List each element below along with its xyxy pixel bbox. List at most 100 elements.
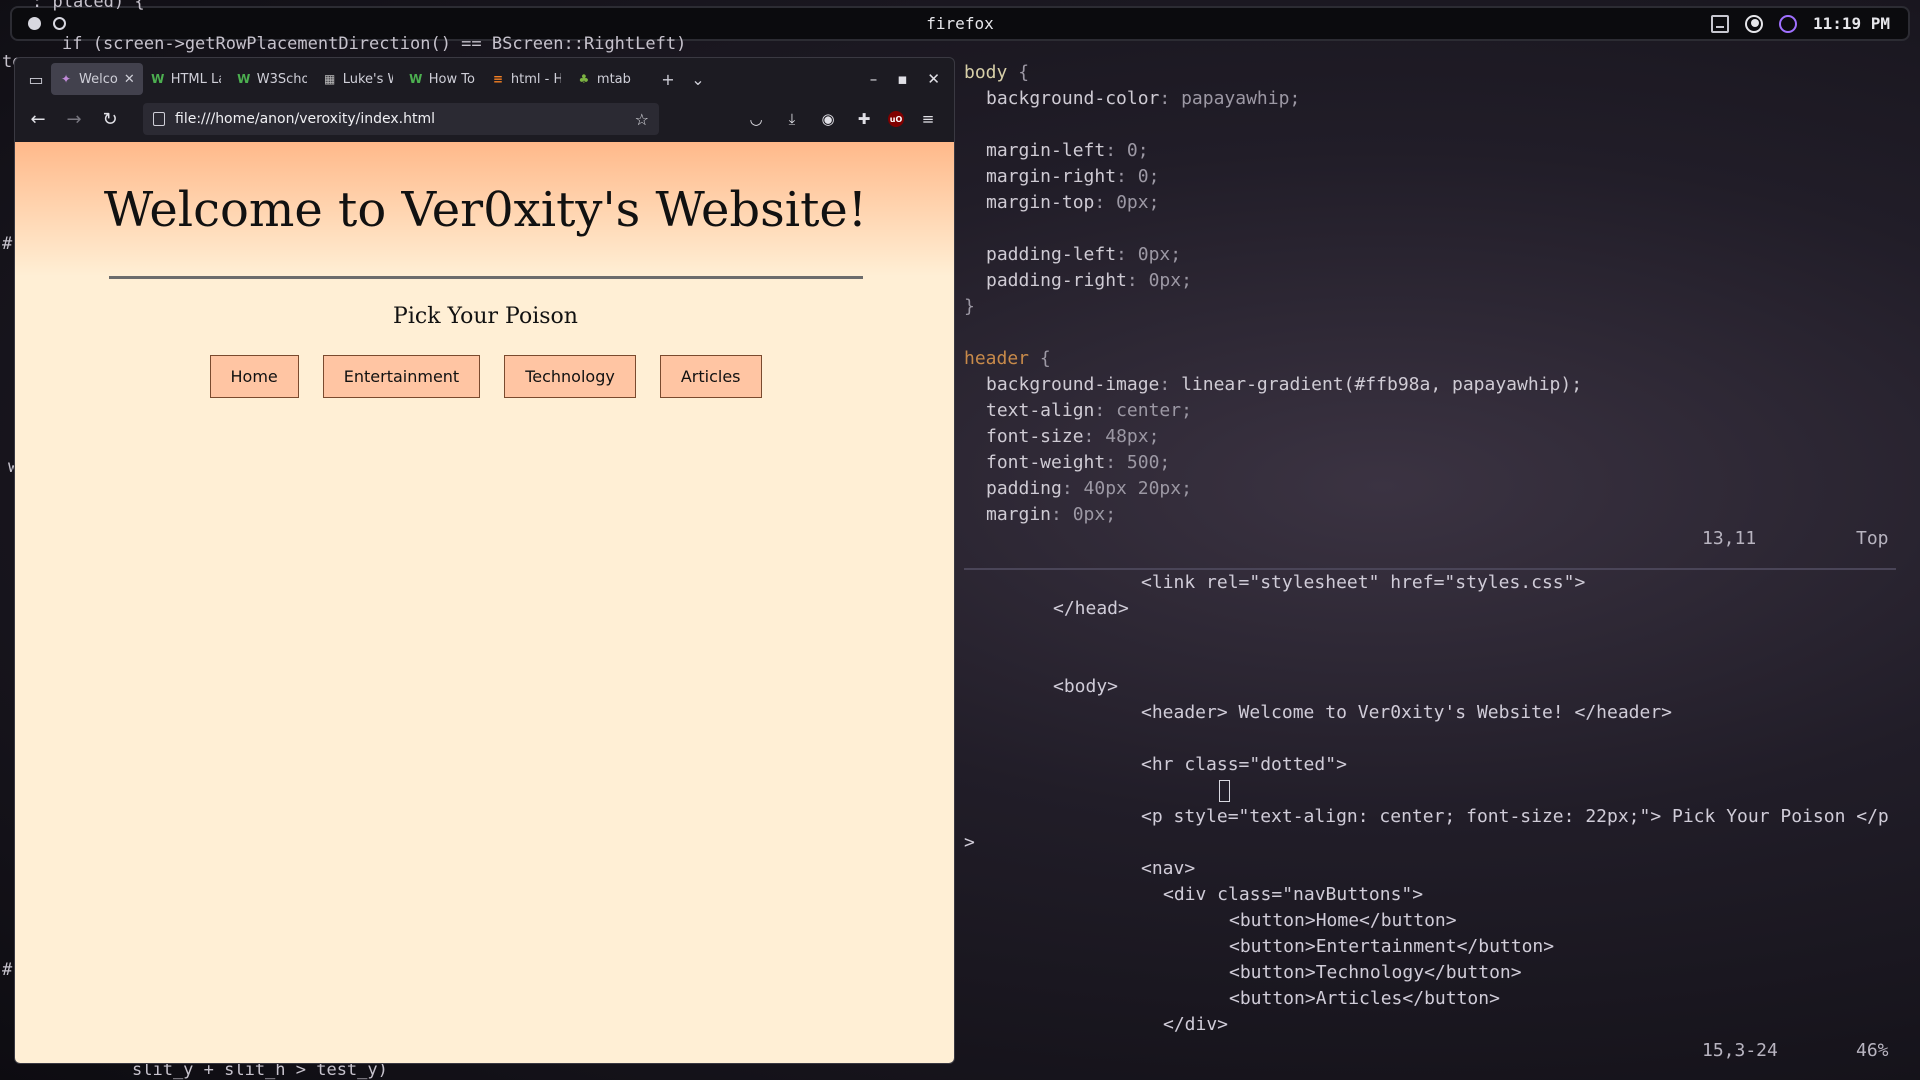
code-line: </head>: [1053, 598, 1129, 619]
code-line: background-color: papayawhip;: [986, 88, 1301, 109]
ublock-origin-icon[interactable]: uO: [888, 111, 904, 127]
code-line: text-align: center;: [986, 400, 1192, 421]
tab-label: Welco: [79, 71, 118, 87]
code-line: margin-left: 0;: [986, 140, 1149, 161]
w3schools-favicon: W: [409, 72, 423, 86]
code-line: header {: [964, 348, 1051, 369]
downloads-icon[interactable]: ⤓: [780, 107, 804, 131]
header-divider: [108, 276, 863, 279]
code-line: <button>Home</button>: [1229, 910, 1457, 931]
code-line: </div>: [1163, 1014, 1229, 1035]
tab-label: html - H: [510, 71, 561, 87]
scroll-percent: 46%: [1856, 1040, 1889, 1061]
lukes-favicon: ▦: [324, 72, 336, 86]
tab-welcome[interactable]: ✦ Welco ✕: [51, 63, 143, 95]
tab-list-chevron-icon[interactable]: ⌄: [683, 64, 713, 94]
w3schools-favicon: W: [237, 72, 251, 86]
night-mode-icon[interactable]: [1744, 14, 1763, 33]
terminal-fragment: #: [2, 234, 13, 254]
code-line: body {: [964, 62, 1030, 83]
site-header: Welcome to Ver0xity's Website!: [15, 142, 954, 276]
clock: 11:19 PM: [1812, 14, 1890, 33]
code-line: <button>Technology</button>: [1229, 962, 1522, 983]
hamburger-menu-icon[interactable]: ≡: [916, 107, 940, 131]
nav-entertainment-button[interactable]: Entertainment: [322, 355, 481, 398]
code-line: font-weight: 500;: [986, 452, 1171, 473]
tab-strip: ▭ ✦ Welco ✕ W HTML La W W3Scho ▦ Luke's …: [15, 58, 954, 100]
nav-articles-button[interactable]: Articles: [659, 355, 762, 398]
nav-technology-button[interactable]: Technology: [504, 355, 636, 398]
site-nav: Home Entertainment Technology Articles: [15, 355, 954, 398]
code-line: <div class="navButtons">: [1163, 884, 1424, 905]
page-info-icon[interactable]: [153, 112, 165, 126]
code-line: font-size: 48px;: [986, 426, 1160, 447]
tab-mtab[interactable]: ♣ mtab: [569, 63, 639, 95]
code-line: margin: 0px;: [986, 504, 1117, 525]
bookmark-star-icon[interactable]: ☆: [635, 110, 649, 129]
editor-cursor: [1219, 778, 1230, 804]
navigation-toolbar: ← → ↻ file:///home/anon/veroxity/index.h…: [15, 100, 954, 138]
close-window-icon[interactable]: ✕: [927, 70, 940, 88]
tab-label: How To: [428, 71, 475, 87]
firefox-view-icon[interactable]: ▭: [21, 64, 51, 94]
focused-window-title: firefox: [926, 14, 994, 33]
firefox-window: ▭ ✦ Welco ✕ W HTML La W W3Scho ▦ Luke's …: [14, 57, 955, 1064]
tab-label: Luke's W: [342, 71, 393, 87]
forward-arrow-icon[interactable]: →: [59, 104, 89, 134]
tab-lukes[interactable]: ▦ Luke's W: [315, 63, 401, 95]
window-monitor-icon[interactable]: [1710, 14, 1729, 33]
stackoverflow-favicon: ≡: [492, 72, 503, 86]
code-line: <link rel="stylesheet" href="styles.css"…: [1141, 572, 1586, 593]
new-tab-icon[interactable]: +: [653, 64, 683, 94]
editor-pane-css[interactable]: body { background-color: papayawhip; mar…: [964, 58, 1896, 556]
workspace-2-dot[interactable]: [53, 17, 66, 30]
terminal-line: if (screen->getRowPlacementDirection() =…: [62, 34, 687, 54]
status-ring-icon[interactable]: [1778, 14, 1797, 33]
w3schools-favicon: W: [151, 72, 165, 86]
maximize-icon[interactable]: ▪: [897, 70, 907, 88]
tab-welcome-favicon: ✦: [60, 72, 72, 86]
tab-html-layout[interactable]: W HTML La: [143, 63, 229, 95]
code-line: <button>Entertainment</button>: [1229, 936, 1555, 957]
tab-close-icon[interactable]: ✕: [124, 72, 135, 87]
minimize-icon[interactable]: –: [870, 70, 878, 88]
web-page-content: Welcome to Ver0xity's Website! Pick Your…: [15, 142, 954, 1063]
tab-label: mtab: [596, 71, 631, 87]
code-line: margin-right: 0;: [986, 166, 1160, 187]
code-line: <header> Welcome to Ver0xity's Website! …: [1141, 702, 1673, 723]
url-text[interactable]: file:///home/anon/veroxity/index.html: [175, 111, 625, 127]
scroll-position: Top: [1856, 528, 1889, 549]
url-bar[interactable]: file:///home/anon/veroxity/index.html ☆: [143, 103, 659, 135]
workspace-1-dot[interactable]: [28, 17, 41, 30]
code-line: padding-right: 0px;: [986, 270, 1192, 291]
code-line: margin-top: 0px;: [986, 192, 1160, 213]
editor-pane-html[interactable]: <link rel="stylesheet" href="styles.css"…: [964, 568, 1896, 1066]
code-line: }: [964, 296, 975, 317]
code-line: <body>: [1053, 676, 1119, 697]
tab-how-to[interactable]: W How To: [401, 63, 483, 95]
code-line: <p style="text-align: center; font-size:…: [1141, 806, 1889, 827]
site-subtitle: Pick Your Poison: [393, 304, 578, 329]
terminal-fragment: #: [2, 960, 13, 980]
cursor-position: 13,11: [1702, 528, 1757, 549]
code-line: <hr class="dotted">: [1141, 754, 1347, 775]
account-icon[interactable]: ◉: [816, 107, 840, 131]
code-line: >: [964, 832, 975, 853]
reload-icon[interactable]: ↻: [95, 104, 125, 134]
cursor-position: 15,3-24: [1702, 1040, 1778, 1061]
back-arrow-icon[interactable]: ←: [23, 104, 53, 134]
code-line: padding-left: 0px;: [986, 244, 1182, 265]
extensions-icon[interactable]: ✚: [852, 107, 876, 131]
nav-home-button[interactable]: Home: [209, 355, 299, 398]
tab-label: W3Scho: [256, 71, 307, 87]
code-line: background-image: linear-gradient(#ffb98…: [986, 374, 1583, 395]
code-line: <button>Articles</button>: [1229, 988, 1500, 1009]
tab-w3schools[interactable]: W W3Scho: [229, 63, 315, 95]
tab-label: HTML La: [170, 71, 221, 87]
pocket-icon[interactable]: ◡: [744, 107, 768, 131]
code-line: padding: 40px 20px;: [986, 478, 1192, 499]
workspace-indicators: [28, 17, 66, 30]
code-line: <nav>: [1141, 858, 1196, 879]
terminal-line: : placed) {: [32, 0, 145, 12]
tab-stackoverflow[interactable]: ≡ html - H: [483, 63, 569, 95]
